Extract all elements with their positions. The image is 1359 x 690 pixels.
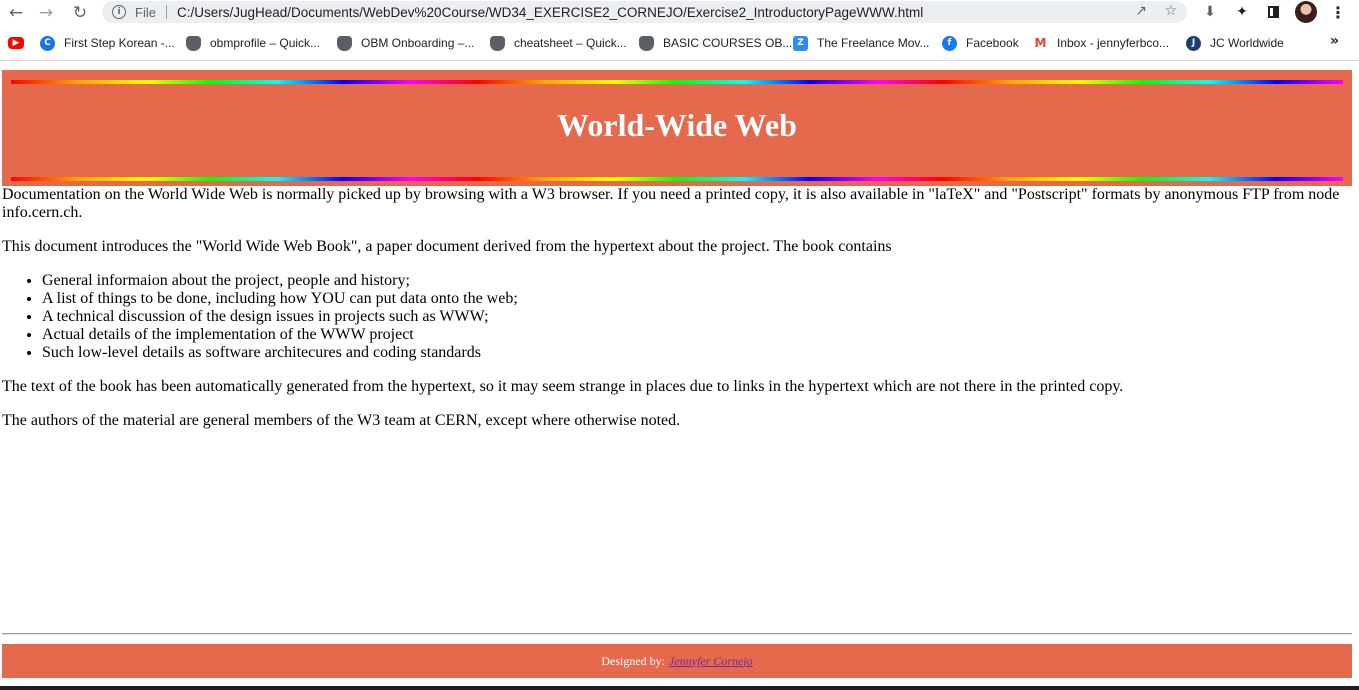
reload-icon[interactable]: ↻ (68, 2, 92, 24)
bookmark-label: JC Worldwide (1210, 36, 1284, 50)
footer-divider (2, 633, 1352, 635)
url-text[interactable]: C:/Users/JugHead/Documents/WebDev%20Cour… (177, 5, 923, 20)
shield-icon (639, 35, 654, 51)
bookmark-label: BASIC COURSES OB... (663, 36, 793, 50)
rainbow-rule-bottom (11, 177, 1343, 181)
bookmark-label: The Freelance Mov... (817, 36, 930, 50)
shield-icon (490, 35, 505, 51)
bookmark-label: obmprofile – Quick... (210, 36, 321, 50)
youtube-icon: ▶ (8, 37, 24, 49)
bookmark-label: Facebook (966, 36, 1019, 50)
gmail-icon: M (1033, 35, 1048, 51)
address-bar[interactable]: i File C:/Users/JugHead/Documents/WebDev… (102, 1, 1187, 23)
bookmark-item[interactable]: C First Step Korean -... (40, 33, 175, 53)
page-viewport: World-Wide Web Documentation on the Worl… (0, 61, 1359, 686)
bookmark-item[interactable]: M Inbox - jennyferbco... (1033, 33, 1169, 53)
list-item: General informaion about the project, pe… (42, 272, 1352, 290)
bookmark-label: OBM Onboarding –... (361, 36, 475, 50)
list-item: A list of things to be done, including h… (42, 290, 1352, 308)
facebook-icon: f (942, 35, 957, 51)
bookmark-item[interactable]: J JC Worldwide (1186, 33, 1284, 53)
page-footer: Designed by: Jennyfer Cornejo (2, 644, 1352, 678)
shield-icon (337, 35, 352, 51)
bookmarks-bar: ▶ C First Step Korean -... obmprofile – … (0, 31, 1359, 55)
generation-paragraph: The text of the book has been automatica… (2, 378, 1124, 395)
taskbar-edge (0, 686, 1359, 690)
main-content: Documentation on the World Wide Web is n… (2, 186, 1352, 446)
bookmark-label: cheatsheet – Quick... (514, 36, 627, 50)
list-item: Actual details of the implementation of … (42, 326, 1352, 344)
bookmark-item[interactable]: cheatsheet – Quick... (490, 33, 627, 53)
bookmark-label: First Step Korean -... (64, 36, 175, 50)
extensions-puzzle-icon[interactable]: ✦ (1232, 2, 1252, 22)
forward-arrow-icon[interactable]: → (34, 2, 58, 24)
footer-prefix: Designed by: (601, 653, 665, 668)
bookmark-youtube[interactable]: ▶ (8, 33, 33, 53)
list-item: A technical discussion of the design iss… (42, 308, 1352, 326)
info-icon[interactable]: i (112, 5, 126, 19)
shield-icon (186, 35, 201, 51)
address-separator (165, 5, 167, 19)
list-item: Such low-level details as software archi… (42, 344, 1352, 362)
book-paragraph: This document introduces the "World Wide… (2, 238, 892, 255)
authors-paragraph: The authors of the material are general … (2, 412, 681, 429)
intro-paragraph: Documentation on the World Wide Web is n… (2, 186, 1340, 221)
bookmark-item[interactable]: OBM Onboarding –... (337, 33, 474, 53)
back-arrow-icon[interactable]: ← (4, 2, 28, 24)
bookmark-item[interactable]: f Facebook (942, 33, 1019, 53)
book-contents-list: General informaion about the project, pe… (2, 272, 1352, 362)
side-panel-icon[interactable] (1263, 2, 1283, 22)
bookmark-item[interactable]: Z The Freelance Mov... (793, 33, 930, 53)
jc-icon: J (1186, 35, 1201, 51)
page-title: World-Wide Web (557, 107, 797, 143)
bookmark-label: Inbox - jennyferbco... (1057, 36, 1170, 50)
profile-avatar[interactable] (1295, 1, 1317, 23)
freelance-icon: Z (793, 35, 808, 51)
browser-toolbar: ← → ↻ i File C:/Users/JugHead/Documents/… (0, 0, 1359, 26)
kebab-menu-icon[interactable]: ⋮ (1328, 2, 1348, 22)
coursera-icon: C (40, 35, 55, 51)
bookmark-item[interactable]: BASIC COURSES OB... (639, 33, 792, 53)
more-bookmarks-icon[interactable]: » (1330, 33, 1339, 49)
header-banner: World-Wide Web (2, 70, 1352, 186)
download-icon[interactable]: ⬇ (1200, 2, 1220, 22)
bookmark-item[interactable]: obmprofile – Quick... (186, 33, 320, 53)
scheme-label: File (135, 4, 156, 20)
share-icon[interactable]: ↗ (1135, 3, 1147, 19)
bookmark-star-icon[interactable]: ☆ (1164, 3, 1177, 19)
author-link[interactable]: Jennyfer Cornejo (669, 654, 753, 669)
rainbow-rule-top (11, 80, 1343, 84)
